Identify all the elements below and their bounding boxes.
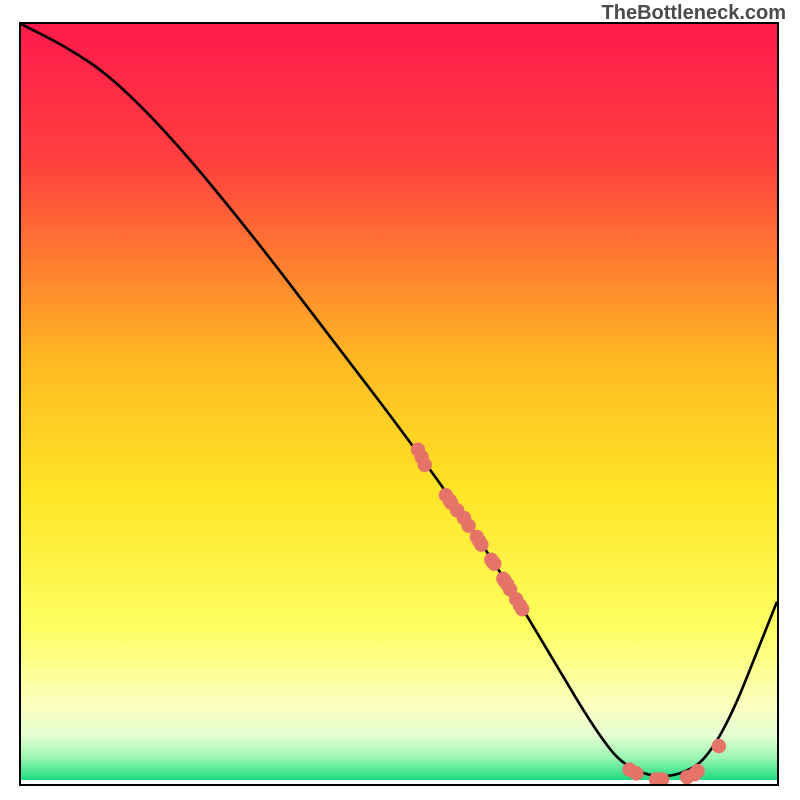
data-point bbox=[474, 537, 488, 551]
data-point bbox=[487, 556, 501, 570]
data-point bbox=[690, 764, 704, 778]
data-point bbox=[515, 602, 529, 616]
chart-container: TheBottleneck.com bbox=[0, 0, 800, 800]
curve-layer bbox=[21, 24, 777, 784]
data-point bbox=[629, 766, 643, 780]
data-points bbox=[411, 442, 726, 784]
data-point bbox=[418, 458, 432, 472]
data-point bbox=[712, 739, 726, 753]
plot-area bbox=[19, 22, 779, 786]
bottleneck-curve bbox=[21, 24, 777, 776]
